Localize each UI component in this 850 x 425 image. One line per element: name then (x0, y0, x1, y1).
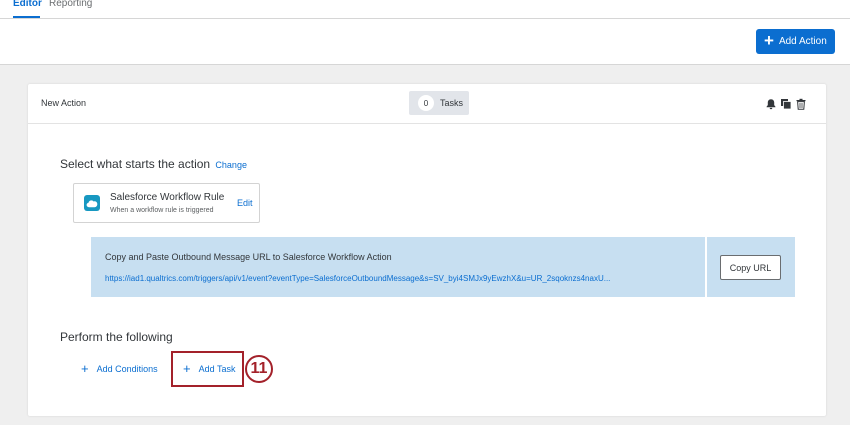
step-number-badge: 11 (245, 355, 273, 383)
trigger-section-heading: Select what starts the action Change (60, 157, 247, 171)
copy-url-panel: Copy URL (707, 237, 795, 297)
plus-icon: + (764, 31, 774, 50)
add-action-button[interactable]: + Add Action (756, 29, 835, 54)
trigger-name: Salesforce Workflow Rule (110, 192, 225, 203)
edit-trigger-link[interactable]: Edit (237, 198, 253, 208)
outbound-url-text[interactable]: https://iad1.qualtrics.com/triggers/api/… (105, 274, 691, 283)
add-conditions-button[interactable]: + Add Conditions (81, 362, 158, 375)
top-bar: Editor Reporting + Add Action (0, 0, 850, 65)
outbound-url-panel: Copy and Paste Outbound Message URL to S… (91, 237, 705, 297)
tasks-label: Tasks (440, 98, 464, 108)
bell-icon[interactable] (765, 98, 777, 110)
trigger-section-title: Select what starts the action (60, 157, 211, 171)
plus-icon: + (81, 361, 89, 376)
change-link[interactable]: Change (215, 160, 247, 170)
trash-icon[interactable] (795, 98, 807, 110)
tab-bar: Editor Reporting (0, 0, 850, 19)
add-task-highlight (171, 351, 244, 387)
salesforce-cloud-icon (84, 195, 100, 211)
trigger-card: Salesforce Workflow Rule When a workflow… (73, 183, 260, 223)
perform-section-title: Perform the following (60, 330, 173, 344)
tasks-count: 0 (418, 95, 434, 111)
copy-url-button[interactable]: Copy URL (720, 255, 781, 280)
add-conditions-label: Add Conditions (96, 363, 158, 374)
tab-editor[interactable]: Editor (13, 0, 42, 18)
trigger-subtitle: When a workflow rule is triggered (110, 207, 214, 214)
action-header-icons (765, 98, 807, 110)
action-card: New Action 0 Tasks Select what starts th… (28, 84, 826, 416)
tab-reporting[interactable]: Reporting (49, 0, 92, 18)
action-title: New Action (41, 98, 87, 108)
copy-icon[interactable] (780, 98, 792, 110)
action-card-header: New Action 0 Tasks (28, 84, 826, 124)
tasks-badge[interactable]: 0 Tasks (409, 91, 469, 115)
outbound-url-title: Copy and Paste Outbound Message URL to S… (105, 252, 392, 262)
add-action-label: Add Action (778, 36, 827, 47)
